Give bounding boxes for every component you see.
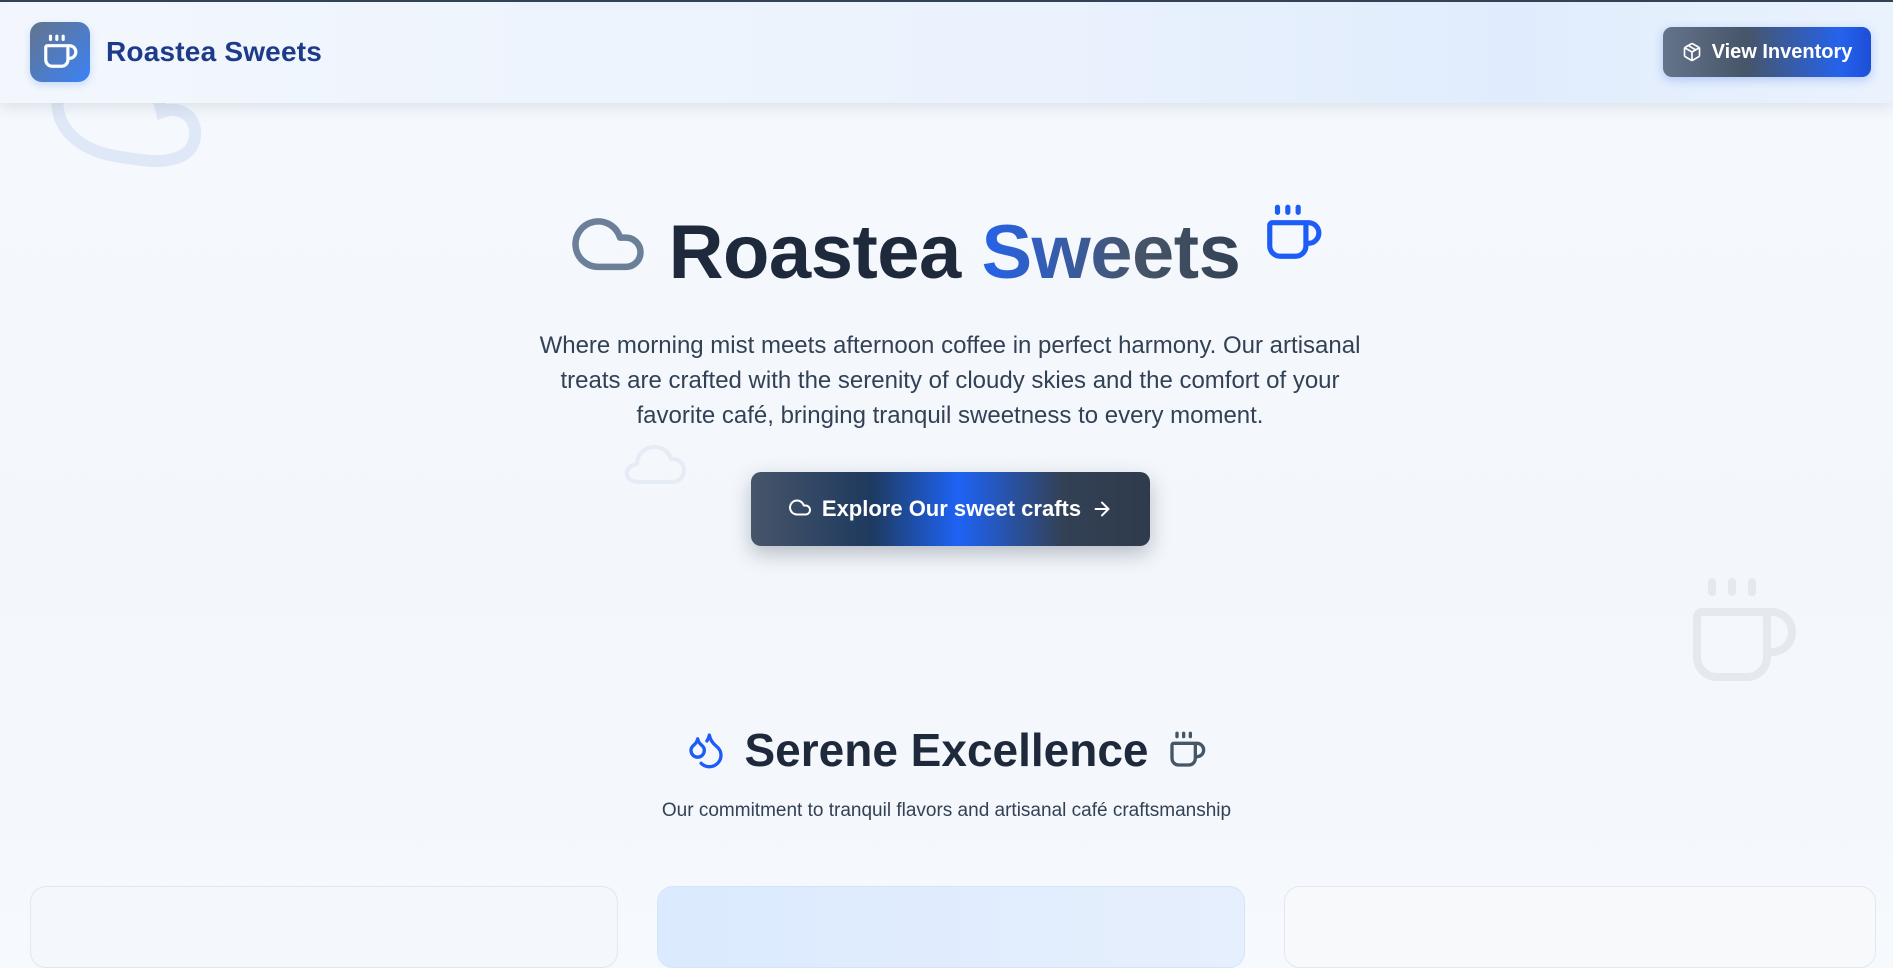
view-inventory-button[interactable]: View Inventory bbox=[1663, 27, 1871, 77]
feature-card bbox=[30, 886, 618, 968]
coffee-cup-icon bbox=[1267, 204, 1322, 259]
cloud-icon bbox=[571, 218, 644, 271]
coffee-cup-icon bbox=[44, 34, 78, 68]
hero-heading: Roastea Sweets bbox=[669, 208, 1241, 298]
section-heading: Serene Excellence bbox=[744, 724, 1149, 776]
background-cloud-icon bbox=[624, 444, 686, 484]
hero-heading-part1: Roastea bbox=[668, 210, 962, 295]
site-header: Roastea Sweets View Inventory bbox=[0, 2, 1893, 103]
droplets-icon bbox=[689, 733, 724, 769]
section-subtitle: Our commitment to tranquil flavors and a… bbox=[661, 800, 1232, 821]
explore-button-label: Explore Our sweet crafts bbox=[821, 496, 1082, 521]
arrow-right-icon bbox=[1094, 501, 1110, 517]
logo[interactable] bbox=[30, 22, 90, 82]
view-inventory-label: View Inventory bbox=[1711, 40, 1853, 63]
explore-sweet-crafts-button[interactable]: Explore Our sweet crafts bbox=[751, 472, 1150, 546]
feature-card bbox=[1284, 886, 1876, 968]
background-cloud-icon bbox=[51, 88, 202, 168]
brand-name[interactable]: Roastea Sweets bbox=[106, 36, 322, 68]
hero-heading-accent: Sweets bbox=[981, 210, 1241, 295]
package-icon bbox=[1683, 42, 1700, 62]
hero-title: Roastea Sweets bbox=[0, 204, 1893, 298]
background-coffee-cup-icon bbox=[1693, 578, 1796, 681]
section-title: Serene Excellence bbox=[0, 722, 1893, 778]
coffee-cup-icon bbox=[1169, 731, 1205, 767]
feature-card bbox=[657, 886, 1245, 968]
cloud-icon bbox=[788, 499, 811, 516]
hero-description: Where morning mist meets afternoon coffe… bbox=[539, 332, 1361, 429]
